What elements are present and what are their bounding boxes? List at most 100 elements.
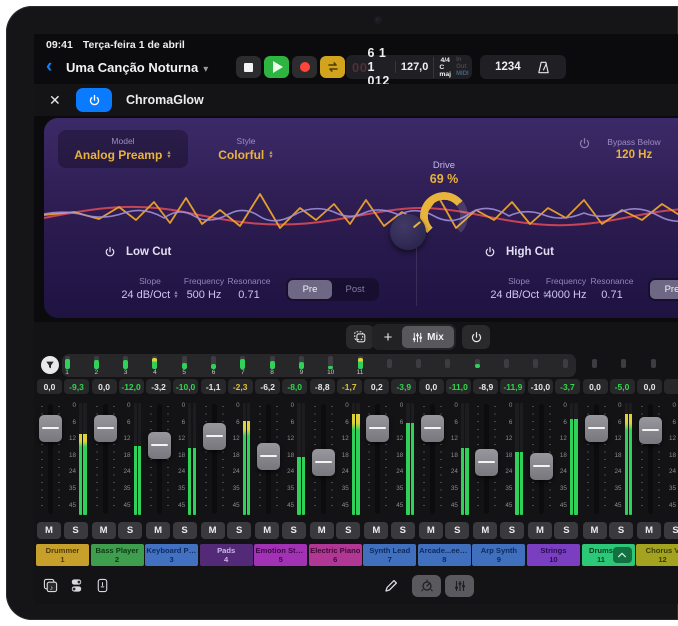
solo-button[interactable]: S <box>554 522 578 539</box>
overview-meter[interactable] <box>299 356 304 369</box>
solo-button[interactable]: S <box>173 522 197 539</box>
gain-value[interactable]: -8,8 <box>310 379 335 394</box>
gain-value[interactable]: 0,2 <box>364 379 389 394</box>
solo-button[interactable]: S <box>609 522 633 539</box>
overview-meter[interactable] <box>240 356 245 369</box>
track-label[interactable]: Arp Synth9 <box>472 544 525 566</box>
overview-slot[interactable] <box>416 359 421 368</box>
high-cut-resonance[interactable]: Resonance 0.71 <box>580 276 644 301</box>
close-icon[interactable]: ✕ <box>49 92 61 108</box>
mute-button[interactable]: M <box>37 522 61 539</box>
mute-button[interactable]: M <box>528 522 552 539</box>
overview-meter[interactable] <box>270 356 275 369</box>
controls-view-button[interactable] <box>412 575 441 597</box>
mute-button[interactable]: M <box>473 522 497 539</box>
loops-browser-icon[interactable]: ♪ <box>42 577 59 594</box>
low-cut-power-icon[interactable] <box>104 246 116 258</box>
overview-slot[interactable] <box>504 359 509 368</box>
peak-value[interactable]: -5,0 <box>610 379 635 394</box>
overview-meter[interactable] <box>328 356 333 369</box>
solo-button[interactable]: S <box>282 522 306 539</box>
track-label[interactable]: Bass Player2 <box>91 544 144 566</box>
overview-meter[interactable] <box>211 356 216 369</box>
overview-slot[interactable] <box>563 359 568 368</box>
expand-track-button[interactable] <box>613 547 632 563</box>
fader-track[interactable] <box>157 404 162 514</box>
duplicate-button[interactable] <box>346 325 374 349</box>
gain-value[interactable]: 0,0 <box>92 379 117 394</box>
overview-meter[interactable] <box>182 356 187 369</box>
overview-container[interactable] <box>62 354 576 377</box>
mixer-view-button[interactable] <box>445 575 474 597</box>
mute-button[interactable]: M <box>201 522 225 539</box>
solo-button[interactable]: S <box>64 522 88 539</box>
count-in-button[interactable]: 1234 <box>495 61 521 73</box>
track-label[interactable]: Pads4 <box>200 544 253 566</box>
fader-handle[interactable] <box>203 423 226 450</box>
mute-button[interactable]: M <box>310 522 334 539</box>
plugins-icon[interactable] <box>94 577 111 594</box>
peak-value[interactable]: -11,0 <box>446 379 471 394</box>
fader-track[interactable] <box>212 404 217 514</box>
gain-value[interactable]: -6,2 <box>255 379 280 394</box>
track-label[interactable]: Synth Lead7 <box>363 544 416 566</box>
high-cut-power-icon[interactable] <box>484 246 496 258</box>
edit-pencil-icon[interactable] <box>382 577 399 594</box>
gain-value[interactable]: 0,0 <box>419 379 444 394</box>
solo-button[interactable]: S <box>664 522 678 539</box>
play-button[interactable] <box>264 56 289 78</box>
back-chevron-icon[interactable]: ‹ <box>46 58 58 76</box>
gain-value[interactable]: -1,1 <box>201 379 226 394</box>
model-selector[interactable]: Model Analog Preamp▲▼ <box>58 130 188 168</box>
browser-icon[interactable] <box>68 577 85 594</box>
solo-button[interactable]: S <box>500 522 524 539</box>
solo-button[interactable]: S <box>391 522 415 539</box>
gain-value[interactable]: 0,0 <box>637 379 662 394</box>
track-label[interactable]: Drummer1 <box>36 544 89 566</box>
track-label[interactable]: Emotion Strings5 <box>254 544 307 566</box>
overview-slot[interactable] <box>475 359 480 368</box>
peak-value[interactable]: -1,7 <box>337 379 362 394</box>
peak-value[interactable]: -3,9 <box>391 379 416 394</box>
mute-button[interactable]: M <box>364 522 388 539</box>
overview-meter[interactable] <box>94 356 99 369</box>
track-label[interactable]: Strings10 <box>527 544 580 566</box>
fader-handle[interactable] <box>94 415 117 442</box>
fader-handle[interactable] <box>312 449 335 476</box>
track-label[interactable]: Chorus V12 <box>636 544 678 566</box>
peak-value[interactable]: -2,3 <box>228 379 253 394</box>
overview-meter[interactable] <box>65 356 70 369</box>
fader-handle[interactable] <box>366 415 389 442</box>
peak-value[interactable]: -10,0 <box>173 379 198 394</box>
mute-button[interactable]: M <box>92 522 116 539</box>
overview-slot[interactable] <box>533 359 538 368</box>
fader-handle[interactable] <box>39 415 62 442</box>
solo-button[interactable]: S <box>445 522 469 539</box>
pre-button[interactable]: Pre <box>650 280 678 299</box>
solo-button[interactable]: S <box>227 522 251 539</box>
mute-button[interactable]: M <box>255 522 279 539</box>
peak-value[interactable]: -3,7 <box>555 379 580 394</box>
overview-meter[interactable] <box>358 356 363 369</box>
mix-button[interactable]: Mix <box>402 326 454 348</box>
solo-button[interactable]: S <box>336 522 360 539</box>
overview-slot[interactable] <box>445 359 450 368</box>
track-label[interactable]: Drums11 <box>582 544 635 566</box>
gain-value[interactable]: 0,0 <box>583 379 608 394</box>
track-label[interactable]: Arcade...eet Pad8 <box>418 544 471 566</box>
mute-button[interactable]: M <box>637 522 661 539</box>
track-label[interactable]: Electric Piano6 <box>309 544 362 566</box>
pre-button[interactable]: Pre <box>288 280 332 299</box>
drive-knob[interactable] <box>390 214 426 250</box>
stop-button[interactable] <box>236 56 261 78</box>
peak-value[interactable]: -9,3 <box>64 379 89 394</box>
mute-button[interactable]: M <box>583 522 607 539</box>
mute-button[interactable]: M <box>419 522 443 539</box>
add-button[interactable]: + <box>374 329 402 346</box>
gain-value[interactable]: 0,0 <box>37 379 62 394</box>
post-button[interactable]: Post <box>333 280 377 299</box>
peak-value[interactable]: -8,0 <box>282 379 307 394</box>
fader-handle[interactable] <box>257 443 280 470</box>
overview-meter[interactable] <box>152 356 157 369</box>
output-power-icon[interactable] <box>578 137 591 155</box>
